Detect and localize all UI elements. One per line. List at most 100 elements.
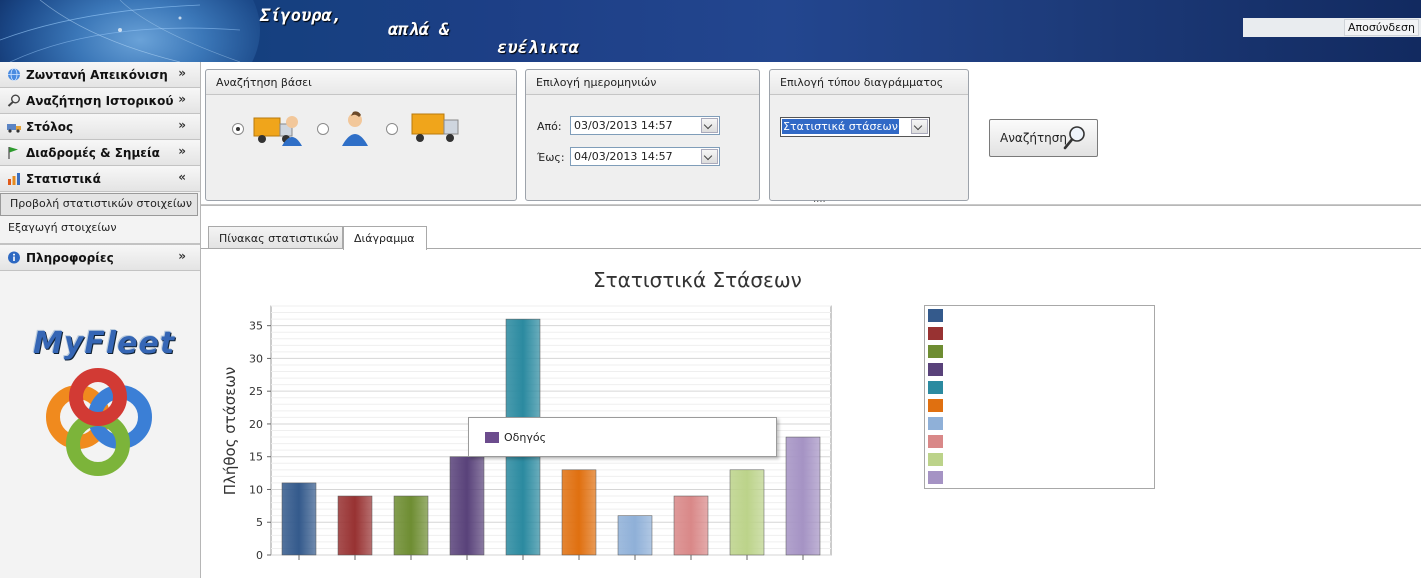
from-label: Από: <box>537 120 562 133</box>
chart-bar[interactable] <box>449 456 485 556</box>
y-tick-label: 25 <box>249 385 263 398</box>
search-button[interactable]: Αναζήτηση <box>989 119 1098 157</box>
radio-driver[interactable] <box>317 123 329 135</box>
sidebar-item-live-view[interactable]: Ζωντανή Απεικόνιση » <box>0 62 200 88</box>
tab-label: Πίνακας στατιστικών <box>219 232 339 245</box>
sidebar-item-label: Διαδρομές & Σημεία <box>26 146 160 160</box>
chart-bar[interactable] <box>561 469 597 556</box>
sidebar-item-routes-points[interactable]: Διαδρομές & Σημεία » <box>0 140 200 166</box>
sidebar: Ζωντανή Απεικόνιση » Αναζήτηση Ιστορικού… <box>0 62 201 578</box>
sidebar-subitem-view-statistics[interactable]: Προβολή στατιστικών στοιχείων <box>0 193 198 216</box>
user-area: Αποσύνδεση <box>1243 18 1421 37</box>
chart-bar[interactable] <box>393 495 429 556</box>
legend-swatch <box>928 417 943 430</box>
legend-swatch <box>928 309 943 322</box>
sidebar-subitem-label: Προβολή στατιστικών στοιχείων <box>10 197 192 210</box>
legend-swatch <box>928 435 943 448</box>
sidebar-item-info[interactable]: Πληροφορίες » <box>0 244 200 271</box>
chart-type-value: Στατιστικά στάσεων <box>781 118 900 135</box>
slogan-line-3: ευέλικτα <box>497 38 579 58</box>
chevron-down-icon: » <box>178 66 186 80</box>
logout-link[interactable]: Αποσύνδεση <box>1344 19 1419 36</box>
from-date-picker[interactable]: 03/03/2013 14:57 <box>570 116 720 135</box>
chevron-down-icon[interactable] <box>701 149 718 164</box>
legend-swatch <box>928 327 943 340</box>
chevron-down-icon: » <box>178 249 186 263</box>
chart-legend <box>924 305 1155 489</box>
chevron-down-icon: » <box>178 144 186 158</box>
sidebar-item-history-search[interactable]: Αναζήτηση Ιστορικού » <box>0 88 200 114</box>
chart-bar[interactable] <box>785 436 821 556</box>
chart-bar[interactable] <box>673 495 709 556</box>
y-axis-label: Πλήθος στάσεων <box>221 366 239 496</box>
legend-swatch <box>928 381 943 394</box>
y-tick-label: 20 <box>249 418 263 431</box>
filter-area: Αναζήτηση βάσει Επιλογή ημερομηνιών Από:… <box>201 62 1421 208</box>
radio-truck[interactable] <box>386 123 398 135</box>
chevron-down-icon[interactable] <box>701 118 718 133</box>
to-date-value: 04/03/2013 14:57 <box>574 150 673 163</box>
sidebar-item-label: Στατιστικά <box>26 172 101 186</box>
truck-with-driver-icon <box>253 116 302 146</box>
radio-truck-driver[interactable] <box>232 123 244 135</box>
y-tick-label: 0 <box>256 549 263 562</box>
chevron-down-icon[interactable] <box>911 119 928 134</box>
network-lines-graphic <box>0 0 241 62</box>
chart-title: Στατιστικά Στάσεων <box>593 268 802 292</box>
to-date-picker[interactable]: 04/03/2013 14:57 <box>570 147 720 166</box>
y-tick-label: 10 <box>249 483 263 496</box>
brand-name: MyFleet <box>33 326 176 361</box>
y-tick-label: 15 <box>249 451 263 464</box>
to-label: Έως: <box>537 151 565 164</box>
tooltip-label: Οδηγός <box>504 431 547 444</box>
chart-bar[interactable] <box>281 482 317 556</box>
panel-title: Επιλογή τύπου διαγράμματος <box>780 76 944 89</box>
chevron-up-icon: « <box>178 170 186 184</box>
sidebar-subitem-label: Εξαγωγή στοιχείων <box>8 221 117 234</box>
info-icon <box>8 251 20 264</box>
driver-icon <box>342 111 368 146</box>
slogan-line-1: Σίγουρα, <box>260 6 342 26</box>
y-tick-label: 30 <box>249 352 263 365</box>
truck-icon <box>411 113 459 142</box>
magnifier-icon <box>1063 126 1085 150</box>
sidebar-item-label: Πληροφορίες <box>26 251 114 265</box>
search-button-label: Αναζήτηση <box>1000 131 1067 145</box>
sidebar-item-statistics[interactable]: Στατιστικά « <box>0 166 200 192</box>
flag-icon <box>8 147 18 159</box>
sidebar-item-fleet[interactable]: Στόλος » <box>0 114 200 140</box>
header-banner: Σίγουρα, απλά & ευέλικτα Αποσύνδεση <box>0 0 1421 62</box>
legend-swatch <box>928 453 943 466</box>
chevron-down-icon: » <box>178 92 186 106</box>
chart-bar[interactable] <box>729 469 765 556</box>
chart-type-select[interactable]: Στατιστικά στάσεων <box>780 117 930 137</box>
sidebar-item-label: Στόλος <box>26 120 74 134</box>
y-tick-label: 35 <box>249 320 263 333</box>
bar-chart-icon <box>8 173 20 185</box>
chart-bar[interactable] <box>337 495 373 556</box>
from-date-value: 03/03/2013 14:57 <box>574 119 673 132</box>
y-tick-label: 5 <box>256 516 263 529</box>
sidebar-item-label: Αναζήτηση Ιστορικού <box>26 94 174 108</box>
date-selection-panel: Επιλογή ημερομηνιών Από: 03/03/2013 14:5… <box>525 69 760 201</box>
vehicles-icon <box>7 124 21 133</box>
chevron-down-icon: » <box>178 118 186 132</box>
legend-swatch <box>928 399 943 412</box>
tooltip-swatch <box>485 432 499 443</box>
panel-title: Επιλογή ημερομηνιών <box>536 76 657 89</box>
chart-bar[interactable] <box>617 515 653 556</box>
search-by-panel: Αναζήτηση βάσει <box>205 69 517 201</box>
tab-statistics-table[interactable]: Πίνακας στατιστικών <box>208 226 343 249</box>
legend-swatch <box>928 345 943 358</box>
slogan-line-2: απλά & <box>388 20 450 40</box>
tab-chart[interactable]: Διάγραμμα <box>343 226 427 250</box>
magnifier-icon <box>7 94 20 107</box>
sidebar-subitem-export-data[interactable]: Εξαγωγή στοιχείων <box>0 216 200 244</box>
main-content: Πίνακας στατιστικών Διάγραμμα Στατιστικά… <box>201 205 1421 579</box>
legend-swatch <box>928 471 943 484</box>
chart-type-panel: Επιλογή τύπου διαγράμματος Στατιστικά στ… <box>769 69 969 201</box>
globe-icon <box>8 68 20 81</box>
panel-title: Αναζήτηση βάσει <box>216 76 312 89</box>
tab-label: Διάγραμμα <box>354 232 415 245</box>
myfleet-logo-icon <box>46 368 152 476</box>
